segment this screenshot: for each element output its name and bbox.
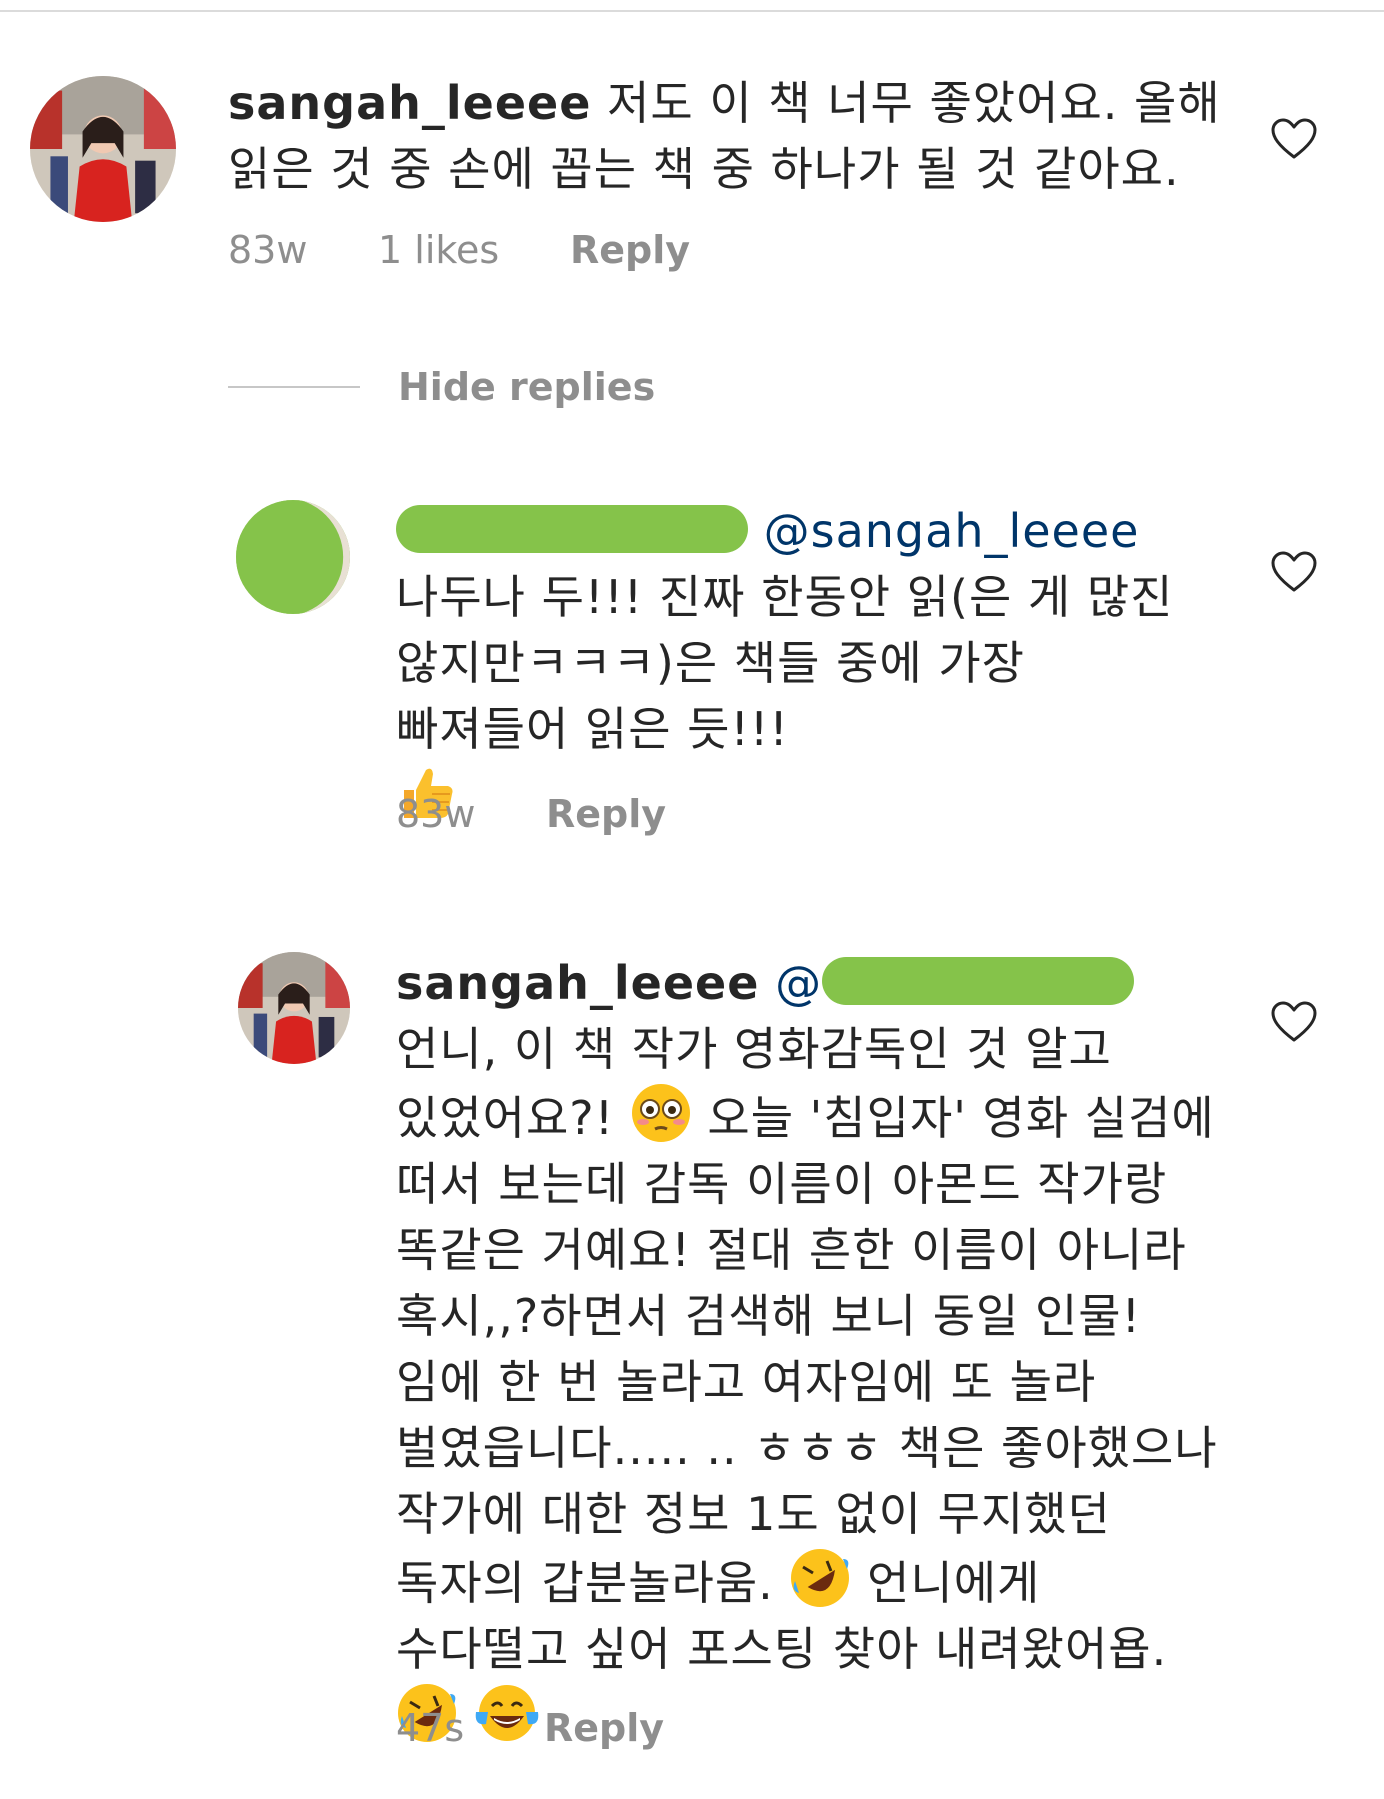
- redacted-mention: [822, 957, 1135, 1005]
- reply-button[interactable]: Reply: [544, 1706, 664, 1750]
- reply-button[interactable]: Reply: [546, 792, 666, 836]
- comment-username[interactable]: sangah_leeee: [396, 956, 759, 1010]
- comment-username[interactable]: sangah_leeee: [228, 76, 591, 130]
- like-heart-icon[interactable]: [1270, 1000, 1318, 1044]
- like-heart-icon[interactable]: [1270, 117, 1318, 161]
- avatar-photo: [238, 952, 350, 1064]
- comment-time: 83w: [228, 228, 308, 272]
- rolling-on-floor-laughing-emoji: [789, 1547, 851, 1609]
- avatar-photo: [30, 76, 176, 222]
- top-divider: [0, 10, 1384, 12]
- comment-text: sangah_leeee 저도 이 책 너무 좋았어요. 올해 읽은 것 중 손…: [228, 70, 1228, 202]
- comment-text: @sangah_leeee 나두나 두!!! 진짜 한동안 읽(은 게 많진 않…: [396, 498, 1206, 829]
- comment-likes[interactable]: 1 likes: [378, 228, 570, 272]
- mention-link[interactable]: @sangah_leeee: [764, 504, 1140, 558]
- mention-link[interactable]: @: [775, 956, 1135, 1010]
- comment-text: sangah_leeee @ 언니, 이 책 작가 영화감독인 것 알고 있었어…: [396, 950, 1226, 1751]
- avatar[interactable]: [30, 76, 176, 222]
- avatar[interactable]: [238, 952, 350, 1064]
- hide-replies-line: [228, 386, 360, 388]
- hide-replies-toggle[interactable]: Hide replies: [228, 365, 655, 409]
- comment-body-continued: 오늘 '침입자' 영화 실검에 떠서 보는데 감독 이름이 아몬드 작가랑 똑같…: [396, 1091, 1218, 1610]
- avatar[interactable]: [236, 500, 350, 614]
- hide-replies-label: Hide replies: [398, 365, 656, 409]
- flushed-face-emoji: [630, 1082, 692, 1144]
- comment-meta: 83w 1 likes Reply: [228, 228, 690, 272]
- comment-meta: 83w Reply: [396, 792, 666, 836]
- reply-button[interactable]: Reply: [570, 228, 690, 272]
- comment-meta: 47s Reply: [396, 1706, 664, 1750]
- comment-body: 나두나: [396, 570, 526, 624]
- like-heart-icon[interactable]: [1270, 550, 1318, 594]
- comment-time: 83w: [396, 792, 476, 836]
- mention-prefix: @: [775, 956, 823, 1010]
- avatar-redacted: [236, 500, 350, 614]
- redacted-username: [396, 505, 748, 553]
- comment-time: 47s: [396, 1706, 465, 1750]
